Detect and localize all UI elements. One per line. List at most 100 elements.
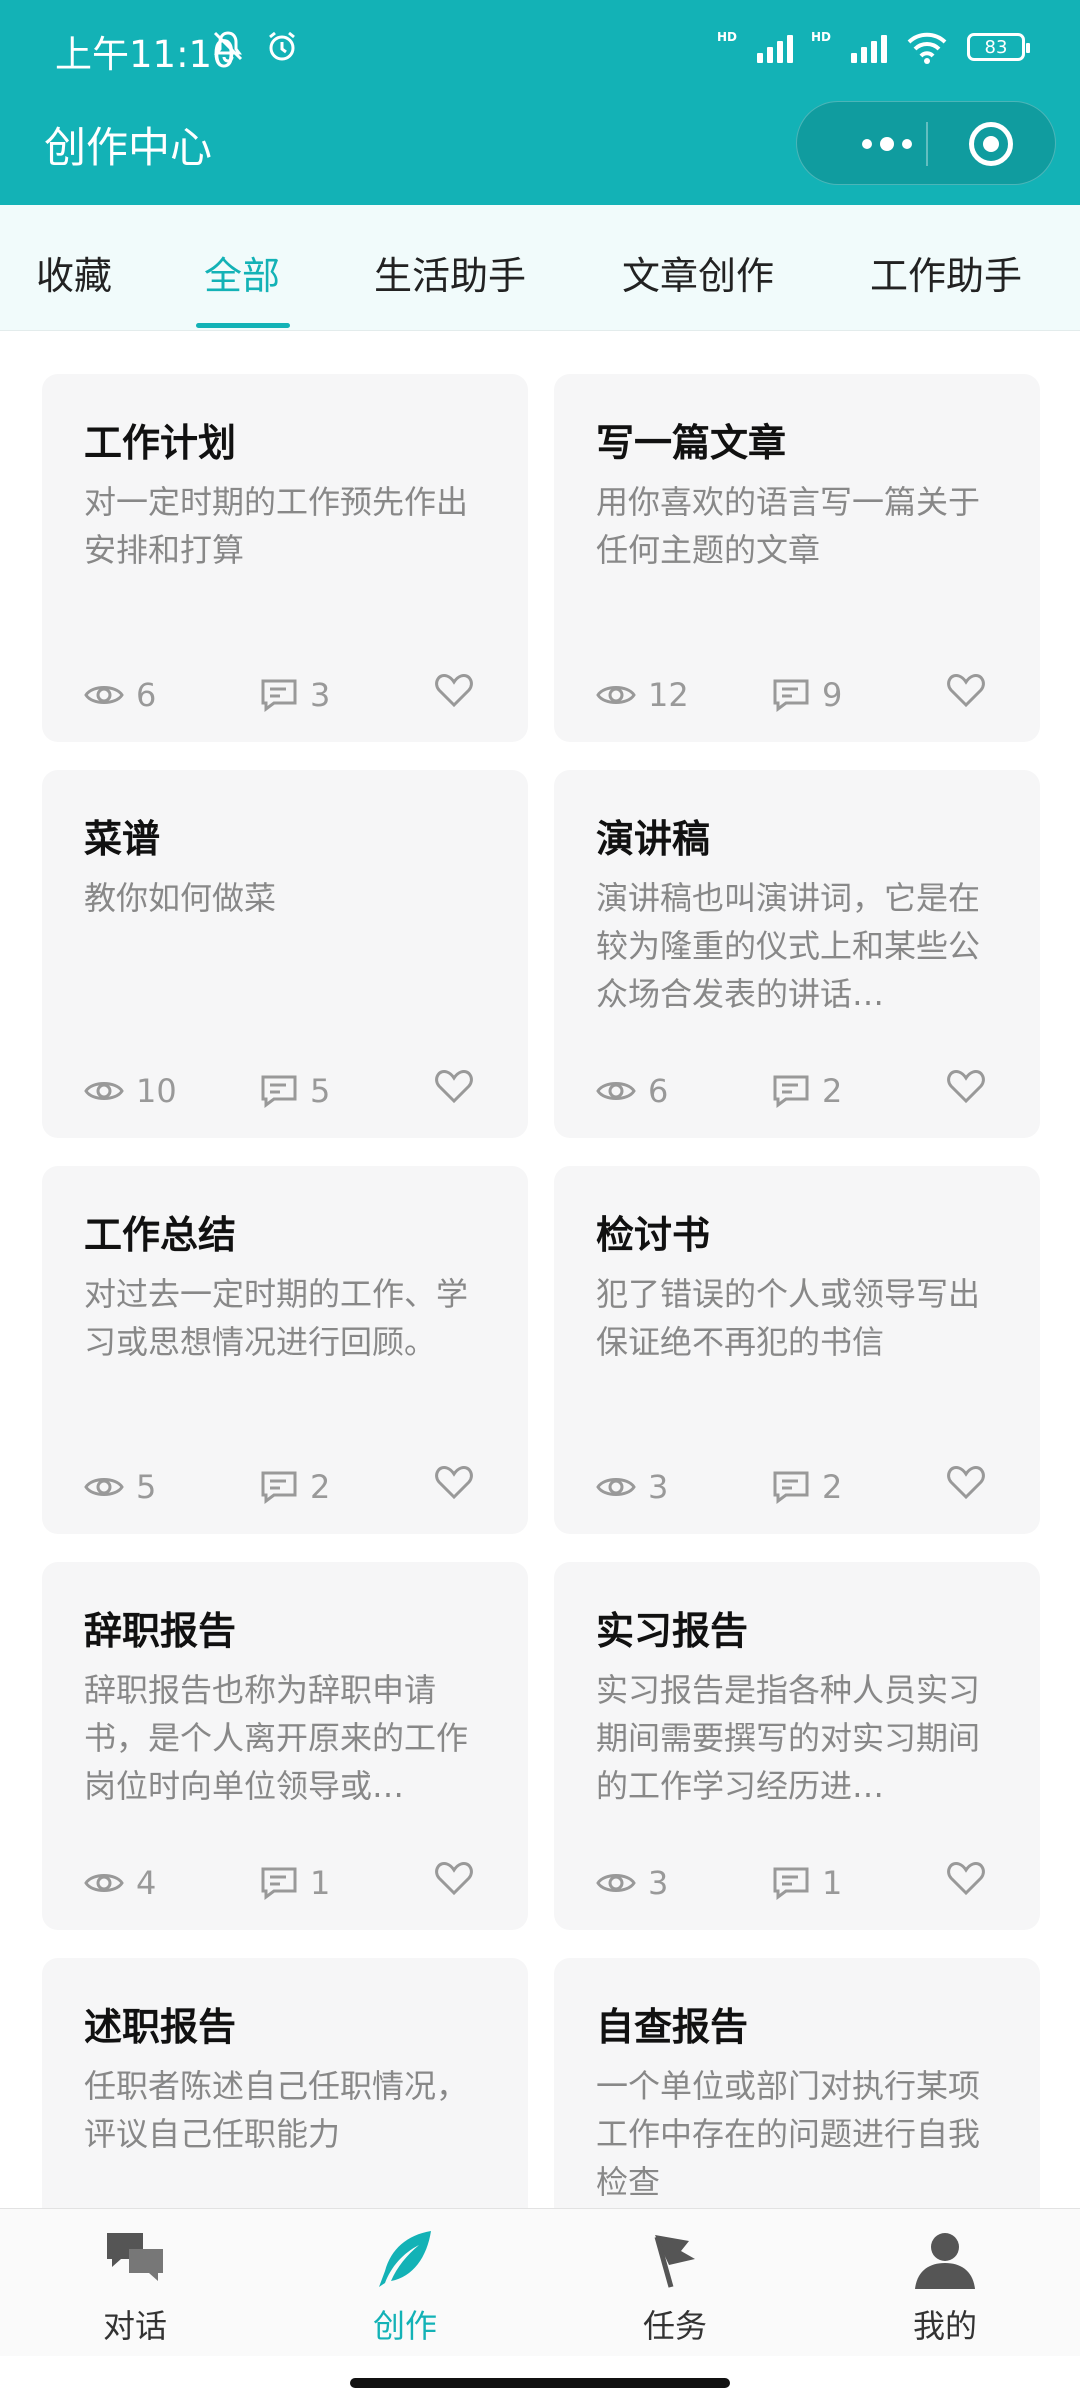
nav-item-me[interactable]: 我的 (810, 2209, 1080, 2357)
comments-stat: 1 (772, 1864, 842, 1902)
comments-stat: 3 (260, 676, 330, 714)
capsule-divider (926, 122, 928, 166)
mini-program-capsule (796, 101, 1056, 185)
card-description: 对一定时期的工作预先作出安排和打算 (84, 483, 469, 569)
comment-icon (773, 679, 809, 712)
comments-count: 2 (822, 1468, 843, 1506)
card-description: 对过去一定时期的工作、学习或思想情况进行回顾。 (84, 1275, 469, 1361)
template-card[interactable]: 演讲稿 演讲稿也叫演讲词，它是在较为隆重的仪式上和某些公众场合发表的讲话… 6 … (554, 770, 1040, 1138)
views-stat: 12 (596, 676, 689, 714)
views-count: 12 (648, 676, 689, 714)
comments-count: 3 (310, 676, 331, 714)
card-title: 工作总结 (84, 1213, 237, 1257)
comments-count: 2 (310, 1468, 331, 1506)
nav-item-chat[interactable]: 对话 (0, 2209, 270, 2357)
nav-label-me: 我的 (912, 2307, 977, 2345)
user-profile-icon (915, 2233, 975, 2289)
battery-icon: 83 (967, 33, 1030, 61)
template-card[interactable]: 工作总结 对过去一定时期的工作、学习或思想情况进行回顾。 5 2 (42, 1166, 528, 1534)
views-stat: 6 (84, 676, 156, 714)
card-description: 犯了错误的个人或领导写出保证绝不再犯的书信 (596, 1275, 981, 1361)
card-title: 检讨书 (596, 1213, 711, 1257)
comments-count: 1 (310, 1864, 331, 1902)
template-card[interactable]: 工作计划 对一定时期的工作预先作出安排和打算 6 3 (42, 374, 528, 742)
card-description: 用你喜欢的语言写一篇关于任何主题的文章 (596, 483, 981, 569)
heart-icon[interactable] (946, 672, 986, 708)
card-title: 辞职报告 (84, 1609, 237, 1653)
page-title: 创作中心 (44, 123, 213, 172)
tab-all[interactable]: 全部 (204, 245, 280, 300)
bell-muted-icon (213, 31, 243, 63)
eye-icon (84, 686, 124, 704)
nav-label-create: 创作 (372, 2307, 437, 2345)
comments-count: 1 (822, 1864, 843, 1902)
views-count: 6 (136, 676, 157, 714)
template-card[interactable]: 菜谱 教你如何做菜 10 5 (42, 770, 528, 1138)
eye-icon (84, 1082, 124, 1100)
battery-level: 83 (984, 36, 1008, 58)
views-stat: 3 (596, 1864, 668, 1902)
comments-count: 9 (822, 676, 843, 714)
views-count: 10 (136, 1072, 177, 1110)
card-description: 辞职报告也称为辞职申请书，是个人离开原来的工作岗位时向单位领导或… (84, 1671, 469, 1805)
card-title: 写一篇文章 (596, 421, 787, 465)
nav-item-create[interactable]: 创作 (270, 2209, 540, 2357)
heart-icon[interactable] (434, 672, 474, 708)
hd-label: HD (716, 30, 737, 44)
comment-icon (773, 1867, 809, 1900)
heart-icon[interactable] (434, 1860, 474, 1896)
top-bar: 上午11:10 HD HD 83 创作中心 (0, 0, 1080, 205)
card-description: 实习报告是指各种人员实习期间需要撰写的对实习期间的工作学习经历进… (596, 1671, 981, 1805)
views-count: 6 (648, 1072, 669, 1110)
nav-item-tasks[interactable]: 任务 (540, 2209, 810, 2357)
heart-icon[interactable] (434, 1068, 474, 1104)
views-stat: 6 (596, 1072, 668, 1110)
comment-icon (261, 679, 297, 712)
eye-icon (596, 1874, 636, 1892)
comments-stat: 5 (260, 1072, 330, 1110)
views-stat: 3 (596, 1468, 668, 1506)
template-card[interactable]: 写一篇文章 用你喜欢的语言写一篇关于任何主题的文章 12 9 (554, 374, 1040, 742)
template-card[interactable]: 检讨书 犯了错误的个人或领导写出保证绝不再犯的书信 3 2 (554, 1166, 1040, 1534)
heart-icon[interactable] (946, 1068, 986, 1104)
eye-icon (596, 1478, 636, 1496)
heart-icon[interactable] (946, 1464, 986, 1500)
tab-article-creation[interactable]: 文章创作 (622, 245, 774, 300)
comment-icon (261, 1075, 297, 1108)
more-options-button[interactable] (837, 126, 937, 162)
template-card[interactable]: 辞职报告 辞职报告也称为辞职申请书，是个人离开原来的工作岗位时向单位领导或… 4… (42, 1562, 528, 1930)
views-stat: 4 (84, 1864, 156, 1902)
comment-icon (261, 1867, 297, 1900)
tab-life-assistant[interactable]: 生活助手 (374, 245, 526, 300)
comment-icon (773, 1075, 809, 1108)
comment-icon (773, 1471, 809, 1504)
comments-stat: 9 (772, 676, 842, 714)
card-title: 自查报告 (596, 2005, 749, 2049)
comment-icon (261, 1471, 297, 1504)
status-bar: 上午11:10 HD HD 83 (0, 0, 1080, 100)
home-indicator[interactable] (350, 2378, 730, 2388)
heart-icon[interactable] (434, 1464, 474, 1500)
tab-favorites[interactable]: 收藏 (36, 245, 112, 300)
signal-icon-2 (851, 31, 887, 63)
eye-icon (84, 1478, 124, 1496)
signal-icon (756, 31, 793, 63)
template-card[interactable]: 实习报告 实习报告是指各种人员实习期间需要撰写的对实习期间的工作学习经历进… 3… (554, 1562, 1040, 1930)
close-target-button[interactable] (969, 122, 1013, 166)
nav-label-tasks: 任务 (642, 2307, 707, 2345)
card-description: 任职者陈述自己任职情况，评议自己任职能力 (84, 2067, 469, 2153)
views-count: 3 (648, 1468, 669, 1506)
views-count: 5 (136, 1468, 157, 1506)
wifi-icon (907, 32, 947, 64)
nav-label-chat: 对话 (102, 2307, 167, 2345)
comments-stat: 2 (772, 1468, 842, 1506)
card-description: 教你如何做菜 (84, 879, 277, 917)
tab-work-assistant[interactable]: 工作助手 (870, 245, 1022, 300)
bottom-navigation: 对话 创作 任务 我的 (0, 2208, 1080, 2356)
active-tab-indicator (196, 323, 290, 328)
eye-icon (596, 686, 636, 704)
category-tabs: 收藏 全部 生活助手 文章创作 工作助手 (0, 205, 1080, 331)
views-stat: 10 (84, 1072, 177, 1110)
heart-icon[interactable] (946, 1860, 986, 1896)
card-title: 述职报告 (84, 2005, 237, 2049)
